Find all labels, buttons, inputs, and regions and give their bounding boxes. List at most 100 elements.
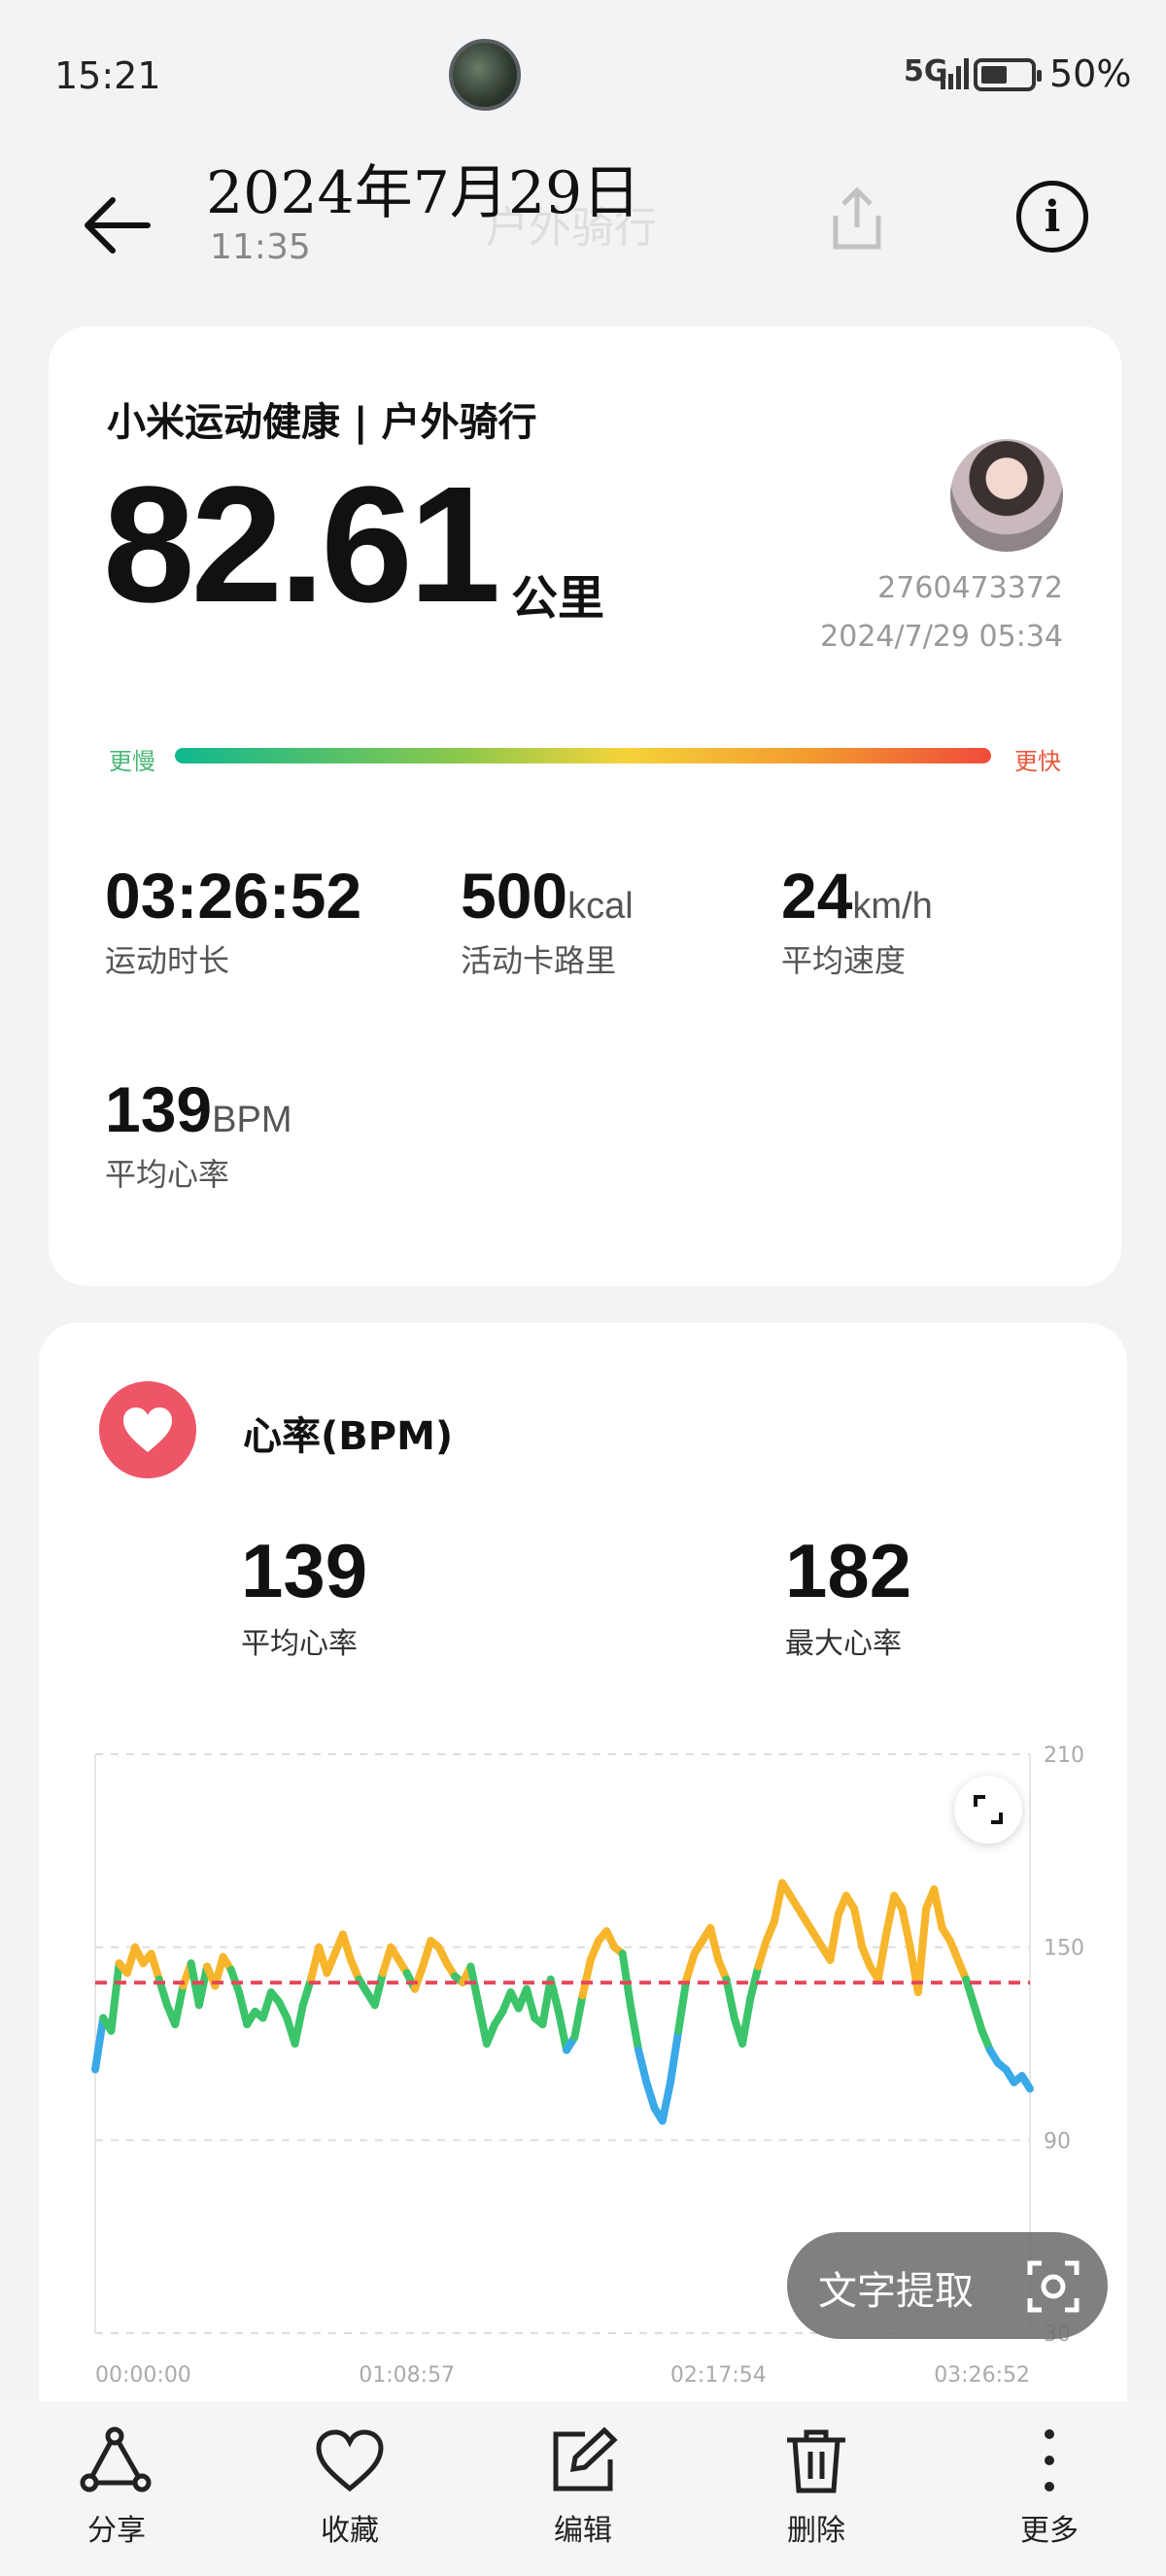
edit-icon: [553, 2426, 618, 2491]
summary-card: 小米运动健康 | 户外骑行 82.61 公里 2760473372 2024/7…: [49, 326, 1121, 1286]
heart-rate-line-segment: [882, 1891, 899, 1939]
heart-rate-line-segment: [523, 1984, 539, 2022]
heart-rate-line-segment: [874, 1930, 890, 1983]
share-button[interactable]: [828, 185, 886, 253]
bottom-favorite-label: 收藏: [321, 2514, 379, 2548]
avatar[interactable]: [950, 439, 1063, 552]
y-tick-label: 150: [1044, 1937, 1084, 1961]
stat-label: 平均速度: [781, 942, 907, 979]
record-datetime: 2024/7/29 05:34: [820, 620, 1063, 654]
bottom-more-button[interactable]: 更多: [981, 2426, 1117, 2549]
stat-value: 139: [105, 1073, 213, 1145]
more-vertical-icon: [1045, 2429, 1054, 2491]
heart-rate-line-segment: [291, 2001, 307, 2048]
heart-rate-line-segment: [826, 1911, 842, 1964]
stat-unit: kcal: [567, 886, 634, 927]
stat-label: 平均心率: [105, 1156, 230, 1193]
stat-avg-speed: 24km/h 平均速度: [781, 859, 933, 981]
stat-avg-heart-rate: 139BPM 平均心率: [105, 1072, 292, 1195]
bottom-delete-label: 删除: [787, 2514, 845, 2548]
heart-rate-line-segment: [107, 1959, 123, 2035]
status-bar: 15:21 5G 50%: [0, 0, 1166, 146]
stat-label: 活动卡路里: [461, 942, 617, 979]
bottom-favorite-button[interactable]: 收藏: [282, 2426, 418, 2549]
x-tick-label: 00:00:00: [95, 2363, 191, 2388]
stat-value: 03:26:52: [105, 860, 362, 932]
speed-gradient-bar: [175, 748, 991, 763]
app-title: 小米运动健康 | 户外骑行: [107, 400, 537, 445]
stat-calories: 500kcal 活动卡路里: [461, 859, 634, 981]
heart-rate-line-segment: [466, 1962, 483, 2010]
x-tick-label: 01:08:57: [359, 2363, 455, 2388]
expand-icon: [974, 1795, 1003, 1824]
heart-rate-line-segment: [674, 1975, 691, 2035]
stat-unit: BPM: [212, 1100, 292, 1140]
heart-rate-line-segment: [722, 1975, 738, 2022]
app-header: 户外骑行 2024年7月29日 11:35 i: [0, 146, 1166, 301]
y-tick-label: 90: [1044, 2129, 1071, 2153]
status-time: 15:21: [54, 54, 161, 97]
heart-rate-line-segment: [913, 1904, 931, 1997]
heart-rate-line-segment: [171, 1982, 188, 2029]
text-extract-label: 文字提取: [818, 2269, 974, 2314]
heart-rate-line-segment: [970, 2001, 986, 2035]
heart-rate-line-segment: [754, 1937, 771, 1971]
heart-rate-line-segment: [706, 1923, 723, 1964]
info-icon: i: [1044, 191, 1061, 242]
heart-rate-line-segment: [667, 2026, 683, 2086]
text-extract-button[interactable]: 文字提取: [787, 2232, 1108, 2339]
stat-value: 500: [461, 860, 568, 932]
heart-rate-line-segment: [618, 1949, 634, 2010]
bottom-delete-button[interactable]: 删除: [748, 2426, 884, 2549]
bottom-more-label: 更多: [1020, 2514, 1079, 2548]
heart-rate-line-segment: [898, 1904, 914, 1951]
back-button[interactable]: [80, 186, 157, 264]
heart-rate-line-segment: [682, 1949, 699, 1983]
stat-unit: km/h: [852, 886, 933, 927]
heart-rate-line-segment: [570, 1991, 587, 2042]
y-tick-label: 210: [1044, 1744, 1084, 1768]
bottom-edit-label: 编辑: [554, 2514, 612, 2548]
heart-rate-line-segment: [1017, 2072, 1034, 2093]
page-title: 2024年7月29日: [206, 159, 641, 227]
stat-duration: 03:26:52 运动时长: [105, 859, 361, 981]
signal-bars-icon: [941, 56, 969, 89]
bottom-share-button[interactable]: 分享: [49, 2426, 185, 2549]
heart-rate-line-segment: [634, 2046, 651, 2086]
status-avatar-icon: [449, 39, 521, 111]
heart-rate-line-segment: [626, 2001, 643, 2054]
heart-outline-icon: [316, 2429, 384, 2492]
distance-unit: 公里: [511, 571, 605, 626]
heart-rate-line-segment: [578, 1955, 595, 2000]
back-arrow-icon: [85, 197, 151, 254]
info-button[interactable]: i: [1016, 181, 1088, 253]
slow-label: 更慢: [109, 748, 155, 775]
fast-label: 更快: [1014, 748, 1061, 775]
heart-rate-line-segment: [642, 2078, 659, 2113]
expand-chart-button[interactable]: [954, 1776, 1022, 1844]
trash-icon: [787, 2429, 845, 2493]
heart-rate-line-segment: [338, 1930, 356, 1964]
bottom-share-label: 分享: [87, 2514, 146, 2548]
heart-rate-card: 心率(BPM) 139 平均心率 182 最大心率 309015021000:0…: [39, 1323, 1127, 2576]
x-tick-label: 02:17:54: [670, 2363, 767, 2388]
stat-value: 24: [781, 860, 853, 932]
battery-percent: 50%: [1049, 52, 1132, 95]
share-nodes-icon: [80, 2426, 152, 2492]
heart-rate-line-segment: [370, 1969, 387, 2010]
distance-value: 82.61: [103, 453, 500, 637]
user-id: 2760473372: [877, 571, 1063, 605]
heart-rate-line-segment: [554, 2007, 571, 2054]
bottom-edit-button[interactable]: 编辑: [515, 2426, 651, 2549]
heart-rate-line-segment: [147, 1949, 163, 1983]
page-subtitle-time: 11:35: [210, 227, 311, 267]
stat-label: 运动时长: [105, 942, 230, 979]
share-icon: [833, 186, 881, 250]
battery-icon: [974, 58, 1042, 91]
heart-rate-line-segment: [91, 2014, 108, 2074]
heart-rate-line-segment: [738, 1994, 755, 2048]
scan-icon: [1027, 2260, 1080, 2313]
heart-rate-line-segment: [850, 1904, 867, 1951]
heart-rate-line-segment: [658, 2078, 674, 2125]
heart-rate-line-segment: [930, 1885, 946, 1932]
